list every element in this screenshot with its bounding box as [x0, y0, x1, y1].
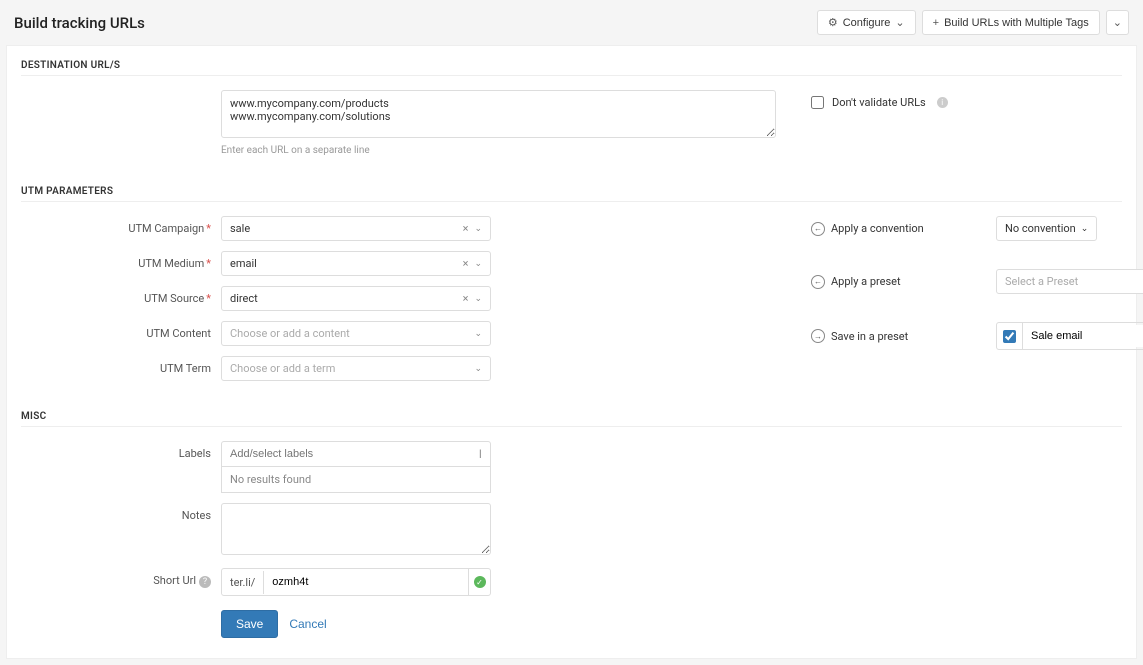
save-button[interactable]: Save [221, 610, 278, 638]
clear-icon[interactable]: × [463, 257, 469, 270]
dont-validate-label[interactable]: Don't validate URLs [832, 96, 926, 109]
preset-select[interactable]: Select a Preset ⌄ [996, 269, 1143, 294]
notes-input[interactable] [221, 503, 491, 555]
apply-preset-label: ← Apply a preset [811, 275, 996, 289]
dont-validate-checkbox[interactable] [811, 96, 824, 109]
utm-campaign-label: UTM Campaign* [21, 216, 221, 235]
shorturl-label: Short Url? [21, 568, 221, 588]
section-misc: MISC [21, 411, 1122, 427]
convention-icon: ← [811, 222, 825, 236]
section-destination: DESTINATION URL/S [21, 60, 1122, 76]
configure-button[interactable]: ⚙ Configure ⌄ [817, 10, 916, 35]
shorturl-prefix: ter.li/ [222, 571, 264, 594]
text-cursor-icon: I [479, 447, 482, 461]
cancel-button[interactable]: Cancel [289, 617, 326, 631]
save-preset-checkbox[interactable] [1003, 330, 1016, 343]
save-preset-input[interactable] [1023, 325, 1143, 347]
chevron-down-icon[interactable]: ⌄ [474, 224, 482, 234]
destination-urls-input[interactable]: www.mycompany.com/products www.mycompany… [221, 90, 776, 138]
utm-content-label: UTM Content [21, 321, 221, 340]
utm-medium-label: UTM Medium* [21, 251, 221, 270]
utm-medium-select[interactable]: email ×⌄ [221, 251, 491, 276]
labels-text-input[interactable] [230, 448, 479, 460]
apply-convention-label: ← Apply a convention [811, 222, 996, 236]
labels-input[interactable]: I [221, 441, 491, 467]
utm-term-label: UTM Term [21, 356, 221, 375]
clear-icon[interactable]: × [463, 292, 469, 305]
clear-icon[interactable]: × [463, 222, 469, 235]
chevron-down-icon[interactable]: ⌄ [474, 259, 482, 269]
section-utm: UTM PARAMETERS [21, 186, 1122, 202]
chevron-down-icon[interactable]: ⌄ [474, 294, 482, 304]
build-multi-label: Build URLs with Multiple Tags [944, 17, 1089, 29]
page-title: Build tracking URLs [14, 14, 145, 32]
chevron-down-icon[interactable]: ⌄ [474, 364, 482, 374]
build-multi-button[interactable]: + Build URLs with Multiple Tags [922, 10, 1100, 35]
preset-icon: ← [811, 275, 825, 289]
plus-icon: + [933, 17, 939, 29]
chevron-down-icon: ⌄ [1113, 16, 1122, 29]
utm-campaign-select[interactable]: sale ×⌄ [221, 216, 491, 241]
chevron-down-icon: ⌄ [1081, 224, 1089, 234]
configure-label: Configure [843, 17, 891, 29]
info-icon: i [937, 97, 948, 108]
shorturl-input[interactable] [264, 571, 468, 593]
save-preset-label: → Save in a preset [811, 329, 996, 343]
utm-source-label: UTM Source* [21, 286, 221, 305]
labels-label: Labels [21, 441, 221, 460]
save-preset-icon: → [811, 329, 825, 343]
utm-term-select[interactable]: Choose or add a term ⌄ [221, 356, 491, 381]
chevron-down-icon[interactable]: ⌄ [474, 329, 482, 339]
destination-hint: Enter each URL on a separate line [221, 145, 776, 156]
utm-source-select[interactable]: direct ×⌄ [221, 286, 491, 311]
chevron-down-icon: ⌄ [895, 16, 904, 29]
labels-dropdown-panel: No results found [221, 467, 491, 493]
notes-label: Notes [21, 503, 221, 522]
shorturl-status: ✓ [468, 569, 490, 595]
utm-content-select[interactable]: Choose or add a content ⌄ [221, 321, 491, 346]
gear-icon: ⚙ [828, 16, 838, 29]
convention-select[interactable]: No convention ⌄ [996, 216, 1097, 241]
build-multi-dropdown[interactable]: ⌄ [1106, 10, 1129, 35]
